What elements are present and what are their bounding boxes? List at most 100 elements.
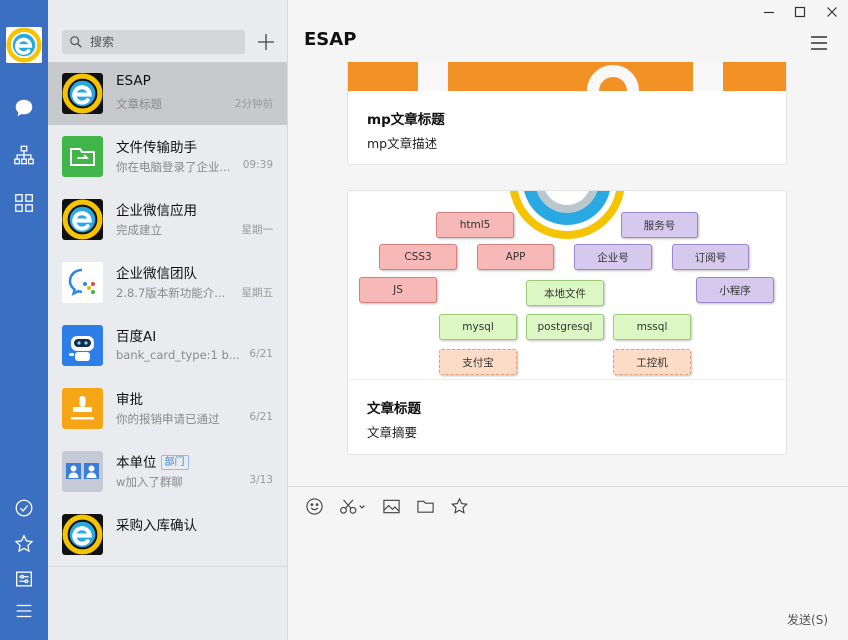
close-button[interactable] (823, 4, 841, 20)
conversation-preview: bank_card_type:1 b... (116, 348, 240, 362)
diagram-node: JS (359, 277, 437, 303)
settings-sliders-icon[interactable] (12, 567, 36, 591)
diagram-node: 支付宝 (439, 349, 517, 375)
conversation-preview: 你在电脑登录了企业... (116, 160, 231, 174)
conversation-name: 企业微信应用 (116, 203, 197, 219)
file-transfer-icon (62, 136, 103, 177)
image-button[interactable] (381, 496, 401, 516)
maximize-button[interactable] (791, 4, 809, 20)
chat-icon[interactable] (12, 96, 36, 120)
wework-team-icon (62, 262, 103, 303)
diagram-node: 工控机 (613, 349, 691, 375)
search-input[interactable] (90, 30, 240, 54)
conversation-item-file-transfer[interactable]: 文件传输助手 你在电脑登录了企业... 09:39 (48, 125, 287, 188)
diagram-node: html5 (436, 212, 514, 238)
stamp-icon (62, 388, 103, 429)
conversation-item-wework-app[interactable]: 企业微信应用 完成建立 星期一 (48, 188, 287, 251)
conversation-name: 百度AI (116, 329, 157, 345)
conversation-item-approval[interactable]: 审批 你的报销申请已通过 6/21 (48, 377, 287, 440)
menu-icon (811, 36, 827, 50)
conversation-name: 本单位 部门 (116, 451, 189, 471)
message-composer[interactable]: 发送(S) (288, 486, 848, 640)
department-badge: 部门 (160, 455, 189, 470)
emoji-icon (305, 497, 323, 515)
folder-icon (416, 500, 434, 513)
send-button[interactable]: 发送(S) (787, 611, 828, 628)
esap-logo (62, 73, 103, 114)
conversation-time: 09:39 (242, 159, 273, 171)
conversation-list: ESAP 文章标题 2分钟前 文件传输助手 你在电脑登录了企业... 09:39… (48, 0, 288, 640)
minimize-button[interactable] (760, 4, 778, 20)
conversation-time: 6/21 (249, 348, 273, 360)
article-cover-image (348, 62, 786, 91)
conversation-name: ESAP (116, 73, 151, 89)
article-title: mp文章标题 (367, 112, 445, 128)
search-box[interactable] (62, 30, 245, 54)
esap-logo (62, 199, 103, 240)
diagram-node: 订阅号 (672, 244, 749, 270)
list-divider (48, 566, 287, 567)
diagram-node: mssql (613, 314, 691, 340)
article-card[interactable]: html5 服务号 CSS3 APP 企业号 订阅号 JS 本地文件 小程序 m… (347, 190, 787, 455)
article-card[interactable]: mp文章标题 mp文章描述 (347, 62, 787, 165)
chat-menu-button[interactable] (810, 34, 828, 52)
article-title: 文章标题 (367, 401, 421, 417)
conversation-item-baidu-ai[interactable]: 百度AI bank_card_type:1 b... 6/21 (48, 314, 287, 377)
minimize-icon (764, 11, 774, 14)
conversation-preview: 完成建立 (116, 223, 162, 237)
emoji-button[interactable] (304, 496, 324, 516)
file-button[interactable] (415, 496, 435, 516)
left-rail (0, 0, 48, 640)
message-area[interactable]: mp文章标题 mp文章描述 html5 服务号 CSS3 APP 企业号 订阅号… (288, 62, 848, 486)
star-icon[interactable] (12, 532, 36, 556)
diagram-node: mysql (439, 314, 517, 340)
esap-logo (62, 514, 103, 555)
conversation-preview: 文章标题 (116, 97, 162, 111)
conversation-item-department[interactable]: 本单位 部门 w加入了群聊 3/13 (48, 440, 287, 503)
menu-icon[interactable] (12, 599, 36, 623)
conversation-name: 文件传输助手 (116, 140, 197, 156)
conversation-time: 星期一 (241, 224, 274, 236)
conversation-name: 采购入库确认 (116, 518, 197, 534)
org-chart-icon[interactable] (12, 143, 36, 167)
chat-title: ESAP (304, 29, 357, 50)
close-icon (827, 7, 837, 17)
robot-icon (62, 325, 103, 366)
add-button[interactable] (254, 30, 278, 54)
conversation-time: 6/21 (249, 411, 273, 423)
star-icon (450, 497, 468, 514)
conversation-name: 审批 (116, 392, 143, 408)
favorite-button[interactable] (449, 496, 469, 516)
conversation-preview: w加入了群聊 (116, 475, 183, 489)
esap-logo (509, 191, 625, 239)
architecture-diagram-image: html5 服务号 CSS3 APP 企业号 订阅号 JS 本地文件 小程序 m… (348, 191, 786, 380)
conversation-time: 星期五 (241, 287, 274, 299)
conversation-item-purchase-confirm[interactable]: 采购入库确认 (48, 503, 287, 566)
chat-panel: ESAP mp文章标题 mp文章描述 html5 服务号 CSS3 APP 企业… (288, 0, 848, 640)
image-icon (382, 499, 400, 513)
conversation-name: 企业微信团队 (116, 266, 197, 282)
article-description: 文章摘要 (367, 425, 418, 440)
search-icon (70, 36, 82, 48)
diagram-node: CSS3 (379, 244, 457, 270)
diagram-node: APP (477, 244, 554, 270)
conversation-time: 3/13 (249, 474, 273, 486)
scissors-icon (340, 498, 365, 514)
diagram-node: 服务号 (621, 212, 698, 238)
diagram-node: 小程序 (696, 277, 774, 303)
conversation-time: 2分钟前 (234, 98, 273, 110)
article-description: mp文章描述 (367, 136, 438, 151)
apps-grid-icon[interactable] (12, 191, 36, 215)
maximize-icon (794, 6, 806, 18)
plus-icon (258, 34, 274, 50)
conversation-item-esap[interactable]: ESAP 文章标题 2分钟前 (48, 62, 287, 125)
conversation-item-wework-team[interactable]: 企业微信团队 2.8.7版本新功能介... 星期五 (48, 251, 287, 314)
conversation-preview: 你的报销申请已通过 (116, 412, 220, 426)
esap-logo[interactable] (6, 27, 42, 63)
conversation-preview: 2.8.7版本新功能介... (116, 286, 226, 300)
check-circle-icon[interactable] (12, 496, 36, 520)
diagram-node: 本地文件 (526, 280, 604, 306)
group-icon (62, 451, 103, 492)
diagram-node: postgresql (526, 314, 604, 340)
screenshot-button[interactable] (338, 496, 368, 516)
